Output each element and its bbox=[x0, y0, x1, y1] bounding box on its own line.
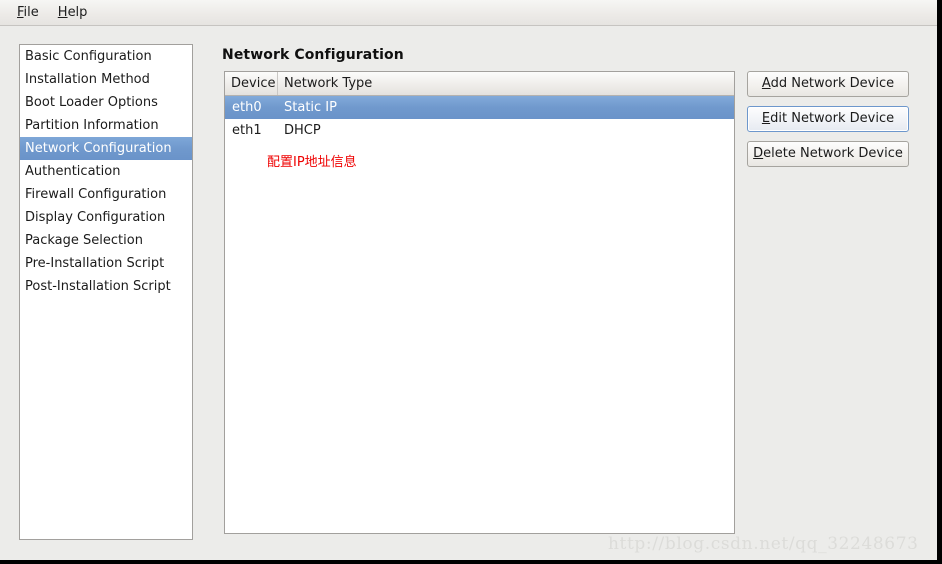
column-header-network-type[interactable]: Network Type bbox=[278, 72, 734, 95]
menu-item-file-rest: ile bbox=[23, 5, 39, 20]
network-device-table: Device Network Type eth0 Static IP eth1 … bbox=[224, 71, 735, 534]
cell-device: eth1 bbox=[232, 123, 262, 138]
menu-item-help-mnemonic: H bbox=[57, 5, 68, 20]
column-header-device[interactable]: Device bbox=[225, 72, 278, 95]
edit-button-label: dit Network Device bbox=[770, 111, 895, 126]
sidebar-item-display-configuration[interactable]: Display Configuration bbox=[20, 206, 192, 229]
cell-network-type: Static IP bbox=[284, 100, 337, 115]
sidebar-item-basic-configuration[interactable]: Basic Configuration bbox=[20, 45, 192, 68]
sidebar-item-installation-method[interactable]: Installation Method bbox=[20, 68, 192, 91]
add-button-mnemonic: A bbox=[761, 76, 771, 91]
delete-button-label: elete Network Device bbox=[763, 146, 903, 161]
watermark-text: http://blog.csdn.net/qq_32248673 bbox=[608, 534, 919, 554]
delete-button-mnemonic: D bbox=[753, 146, 764, 161]
sidebar-item-boot-loader-options[interactable]: Boot Loader Options bbox=[20, 91, 192, 114]
sidebar-item-partition-information[interactable]: Partition Information bbox=[20, 114, 192, 137]
menu-item-file[interactable]: File bbox=[9, 3, 48, 22]
add-button-label: dd Network Device bbox=[770, 76, 895, 91]
sidebar-item-post-installation-script[interactable]: Post-Installation Script bbox=[20, 275, 192, 298]
sidebar-item-pre-installation-script[interactable]: Pre-Installation Script bbox=[20, 252, 192, 275]
edit-network-device-button[interactable]: Edit Network Device bbox=[747, 106, 909, 132]
application-window: File Help Basic Configuration Installati… bbox=[0, 0, 942, 564]
menu-bar: File Help bbox=[0, 0, 937, 26]
cell-device: eth0 bbox=[232, 100, 262, 115]
device-action-buttons: Add Network Device Edit Network Device D… bbox=[747, 71, 909, 176]
sidebar-list[interactable]: Basic Configuration Installation Method … bbox=[19, 44, 193, 540]
edit-button-mnemonic: E bbox=[761, 111, 771, 126]
sidebar-item-package-selection[interactable]: Package Selection bbox=[20, 229, 192, 252]
add-network-device-button[interactable]: Add Network Device bbox=[747, 71, 909, 97]
table-row[interactable]: eth1 DHCP bbox=[225, 119, 734, 142]
menu-item-help[interactable]: Help bbox=[50, 3, 97, 22]
table-row[interactable]: eth0 Static IP bbox=[225, 96, 734, 119]
menu-item-help-rest: elp bbox=[67, 5, 88, 20]
sidebar-item-authentication[interactable]: Authentication bbox=[20, 160, 192, 183]
cell-network-type: DHCP bbox=[284, 123, 321, 138]
sidebar-item-network-configuration[interactable]: Network Configuration bbox=[20, 137, 192, 160]
delete-network-device-button[interactable]: Delete Network Device bbox=[747, 141, 909, 167]
sidebar-item-firewall-configuration[interactable]: Firewall Configuration bbox=[20, 183, 192, 206]
table-header-row: Device Network Type bbox=[225, 72, 734, 96]
page-title: Network Configuration bbox=[222, 47, 404, 63]
annotation-text: 配置IP地址信息 bbox=[267, 155, 357, 170]
